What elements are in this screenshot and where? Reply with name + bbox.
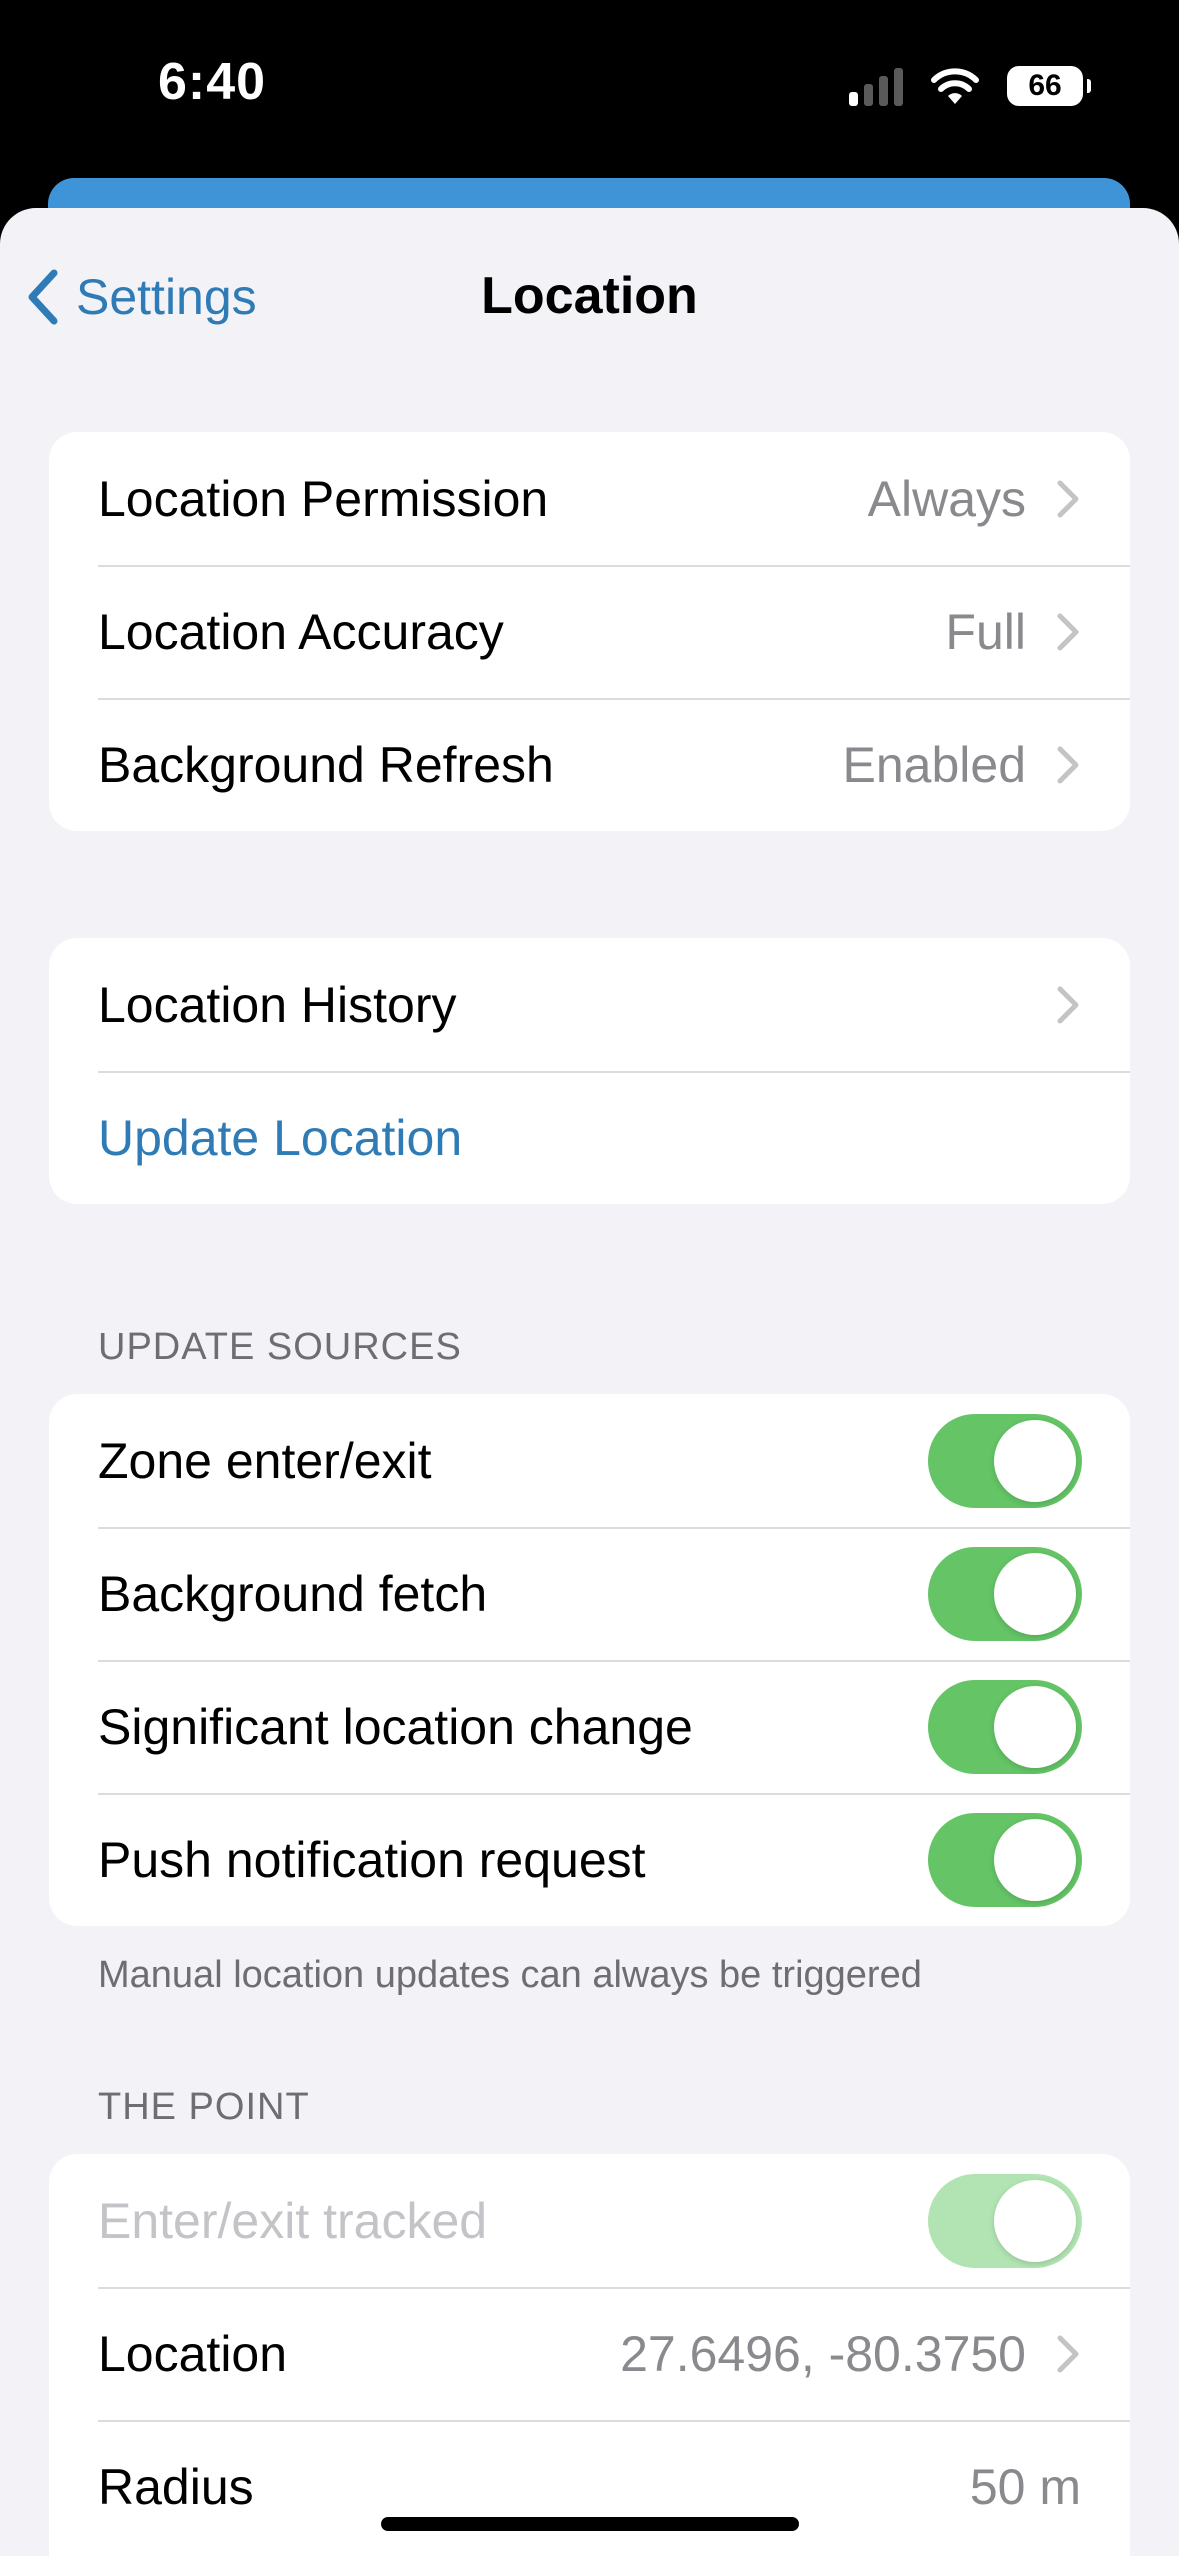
status-bar: 6:40 66 [0,0,1179,200]
row-label: Background Refresh [98,736,554,793]
zone-enter-exit-row: Zone enter/exit [49,1394,1130,1527]
update-location-button[interactable]: Update Location [49,1071,1130,1204]
location-accuracy-row[interactable]: Location Accuracy Full [49,565,1130,698]
row-label: Location Accuracy [98,603,504,660]
location-permission-row[interactable]: Location Permission Always [49,432,1130,565]
chevron-right-icon [1057,986,1079,1023]
toggle-knob [994,2179,1076,2262]
significant-location-change-toggle[interactable] [928,1679,1082,1774]
enter-exit-tracked-row: Enter/exit tracked [49,2154,1130,2287]
permissions-group: Location Permission Always Location Accu… [49,432,1130,831]
background-refresh-row[interactable]: Background Refresh Enabled [49,698,1130,831]
status-icons: 66 [849,58,1091,114]
row-label: Update Location [98,1109,463,1166]
toggle-knob [994,1818,1076,1901]
row-value: Always [867,470,1026,527]
row-label: Location Permission [98,470,549,527]
toggle-knob [994,1419,1076,1502]
significant-location-change-row: Significant location change [49,1660,1130,1793]
toggle-knob [994,1685,1076,1768]
row-value: 50 m [969,2458,1081,2515]
row-label: Enter/exit tracked [98,2192,488,2249]
update-sources-footer: Manual location updates can always be tr… [98,1954,922,1996]
row-value: Full [945,603,1026,660]
zone-enter-exit-toggle[interactable] [928,1413,1082,1508]
navigation-bar: Settings Location [0,208,1179,378]
the-point-group: Enter/exit tracked Location 27.6496, -80… [49,2154,1130,2556]
row-label: Radius [98,2458,254,2515]
row-label: Background fetch [98,1565,488,1622]
row-label: Location History [98,976,457,1033]
row-label: Location [98,2325,288,2382]
chevron-right-icon [1057,613,1079,650]
zone-location-row[interactable]: Location 27.6496, -80.3750 [49,2287,1130,2420]
the-point-header: THE POINT [98,2086,310,2128]
home-indicator [381,2517,799,2531]
update-sources-header: UPDATE SOURCES [98,1326,462,1368]
update-sources-group: Zone enter/exit Background fetch Signifi… [49,1394,1130,1926]
chevron-right-icon [1057,746,1079,783]
enter-exit-tracked-toggle [928,2173,1082,2268]
radius-row: Radius 50 m [49,2420,1130,2553]
cellular-signal-icon [849,66,903,106]
wifi-icon [931,68,979,104]
battery-icon: 66 [1007,66,1091,106]
push-notification-request-toggle[interactable] [928,1812,1082,1907]
location-settings-sheet: Settings Location Location Permission Al… [0,208,1179,2556]
row-label: Significant location change [98,1698,693,1755]
location-history-row[interactable]: Location History [49,938,1130,1071]
history-group: Location History Update Location [49,938,1130,1204]
status-time: 6:40 [158,53,267,111]
chevron-right-icon [1057,2335,1079,2372]
chevron-right-icon [1057,480,1079,517]
push-notification-request-row: Push notification request [49,1793,1130,1926]
row-label: Push notification request [98,1831,646,1888]
toggle-knob [994,1552,1076,1635]
background-fetch-row: Background fetch [49,1527,1130,1660]
page-title: Location [481,267,698,325]
row-label: Zone enter/exit [98,1432,432,1489]
background-fetch-toggle[interactable] [928,1546,1082,1641]
row-value: 27.6496, -80.3750 [620,2325,1026,2382]
row-value: Enabled [842,736,1027,793]
